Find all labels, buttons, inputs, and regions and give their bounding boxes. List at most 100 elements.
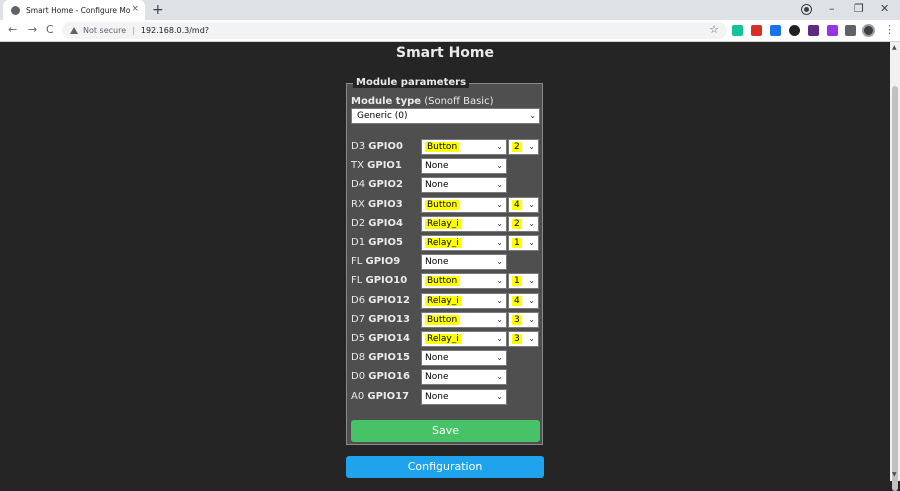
gpio-index-value: 3 [512, 334, 522, 344]
warning-icon [70, 27, 78, 34]
chevron-down-icon: ⌄ [496, 392, 503, 401]
grammarly-icon[interactable] [732, 25, 743, 36]
gpio-label: D7 GPIO13 [351, 314, 410, 325]
chevron-down-icon: ⌄ [528, 219, 535, 228]
gpio-index-select[interactable]: 2 ⌄ [508, 139, 539, 155]
gpio-function-select[interactable]: Relay_i ⌄ [421, 235, 507, 251]
gpio-pin: TX [351, 160, 364, 171]
gpio-function-select[interactable]: Relay_i ⌄ [421, 293, 507, 309]
gpio-function-select[interactable]: Button ⌄ [421, 197, 507, 213]
gpio-row: D5 GPIO14 Relay_i ⌄ 3 ⌄ [351, 331, 541, 347]
gpio-pin: D6 [351, 295, 366, 306]
bookmark-star-icon[interactable]: ☆ [709, 23, 719, 36]
new-tab-button[interactable]: + [152, 1, 164, 19]
gpio-number: GPIO14 [368, 333, 410, 344]
minimize-button[interactable]: – [829, 2, 835, 15]
gpio-function-value: Relay_i [425, 334, 461, 344]
gpio-function-value: Relay_i [425, 296, 461, 306]
gpio-function-select[interactable]: None ⌄ [421, 158, 507, 174]
gpio-function-value: None [425, 353, 449, 363]
extension-square-icon[interactable] [808, 25, 819, 36]
gpio-function-select[interactable]: None ⌄ [421, 369, 507, 385]
restore-button[interactable]: ❐ [854, 2, 864, 15]
address-bar[interactable]: Not secure | 192.168.0.3/md? ☆ [62, 22, 727, 39]
gpio-index-select[interactable]: 4 ⌄ [508, 197, 539, 213]
tab-active[interactable]: Smart Home - Configure Module × [3, 0, 145, 20]
gpio-function-select[interactable]: Relay_i ⌄ [421, 331, 507, 347]
page-title: Smart Home [395, 45, 494, 61]
gpio-pin: D1 [351, 237, 366, 248]
record-icon[interactable] [802, 5, 811, 14]
gpio-label: D2 GPIO4 [351, 218, 403, 229]
gpio-number: GPIO13 [368, 314, 410, 325]
gpio-pin: RX [351, 199, 365, 210]
pdf-extension-icon[interactable] [751, 25, 762, 36]
reload-button[interactable]: C [46, 23, 54, 36]
chevron-down-icon: ⌄ [528, 315, 535, 324]
chevron-down-icon: ⌄ [496, 276, 503, 285]
puzzle-icon[interactable] [845, 25, 856, 36]
gpio-pin: D2 [351, 218, 366, 229]
gpio-function-select[interactable]: Button ⌄ [421, 312, 507, 328]
gpio-label: A0 GPIO17 [351, 391, 409, 402]
scrollbar[interactable]: ▲ ▼ [890, 42, 900, 491]
gpio-number: GPIO17 [367, 391, 410, 402]
gpio-row: TX GPIO1 None ⌄ [351, 158, 541, 174]
gpio-function-select[interactable]: Button ⌄ [421, 139, 507, 155]
gpio-pin: D8 [351, 352, 366, 363]
back-button[interactable]: ← [8, 23, 17, 36]
gpio-function-value: Button [425, 315, 460, 325]
gpio-number: GPIO10 [365, 275, 408, 286]
gpio-label: TX GPIO1 [351, 160, 402, 171]
scroll-thumb[interactable] [892, 86, 898, 491]
gpio-row: D2 GPIO4 Relay_i ⌄ 2 ⌄ [351, 216, 541, 232]
profile-avatar[interactable] [862, 24, 875, 37]
gpio-function-select[interactable]: Button ⌄ [421, 273, 507, 289]
gpio-function-select[interactable]: None ⌄ [421, 177, 507, 193]
chevron-down-icon: ⌄ [496, 219, 503, 228]
gpio-row: D0 GPIO16 None ⌄ [351, 369, 541, 385]
gpio-row: FL GPIO9 None ⌄ [351, 254, 541, 270]
gpio-pin: A0 [351, 391, 365, 402]
module-type-select[interactable]: Generic (0) ⌄ [351, 108, 540, 124]
forward-button[interactable]: → [28, 23, 37, 36]
gpio-number: GPIO4 [368, 218, 403, 229]
gpio-pin: D5 [351, 333, 366, 344]
scroll-up-icon[interactable]: ▲ [892, 44, 897, 51]
save-button[interactable]: Save [351, 420, 540, 442]
close-window-button[interactable]: ✕ [880, 2, 889, 15]
gpio-index-select[interactable]: 2 ⌄ [508, 216, 539, 232]
gpio-index-select[interactable]: 3 ⌄ [508, 312, 539, 328]
gpio-label: D1 GPIO5 [351, 237, 403, 248]
gpio-row: FL GPIO10 Button ⌄ 1 ⌄ [351, 273, 541, 289]
menu-icon[interactable]: ⋮ [884, 23, 895, 36]
gpio-function-value: None [425, 392, 449, 402]
chevron-down-icon: ⌄ [496, 238, 503, 247]
tab-strip: Smart Home - Configure Module × + – ❐ ✕ [0, 0, 900, 20]
gpio-index-select[interactable]: 1 ⌄ [508, 235, 539, 251]
gpio-index-select[interactable]: 4 ⌄ [508, 293, 539, 309]
extension-purple-icon[interactable] [827, 25, 838, 36]
scroll-down-icon[interactable]: ▼ [892, 471, 897, 478]
gpio-function-value: None [425, 257, 449, 267]
gpio-function-select[interactable]: None ⌄ [421, 254, 507, 270]
gpio-number: GPIO16 [368, 371, 410, 382]
gpio-label: D4 GPIO2 [351, 179, 403, 190]
gpio-index-select[interactable]: 3 ⌄ [508, 331, 539, 347]
gpio-number: GPIO15 [368, 352, 410, 363]
extension-dark-icon[interactable] [789, 25, 800, 36]
gpio-function-select[interactable]: None ⌄ [421, 389, 507, 405]
url-text[interactable]: 192.168.0.3/md? [141, 26, 209, 35]
gpio-label: D3 GPIO0 [351, 141, 403, 152]
gpio-index-select[interactable]: 1 ⌄ [508, 273, 539, 289]
configuration-button[interactable]: Configuration [346, 456, 544, 478]
chevron-down-icon: ⌄ [528, 200, 535, 209]
gpio-function-select[interactable]: None ⌄ [421, 350, 507, 366]
security-label[interactable]: Not secure [83, 26, 126, 35]
gpio-index-value: 1 [512, 238, 522, 248]
gpio-function-select[interactable]: Relay_i ⌄ [421, 216, 507, 232]
chevron-down-icon: ⌄ [496, 353, 503, 362]
tab-close-icon[interactable]: × [131, 4, 139, 14]
gpio-row: D7 GPIO13 Button ⌄ 3 ⌄ [351, 312, 541, 328]
extension-blue-icon[interactable] [770, 25, 781, 36]
